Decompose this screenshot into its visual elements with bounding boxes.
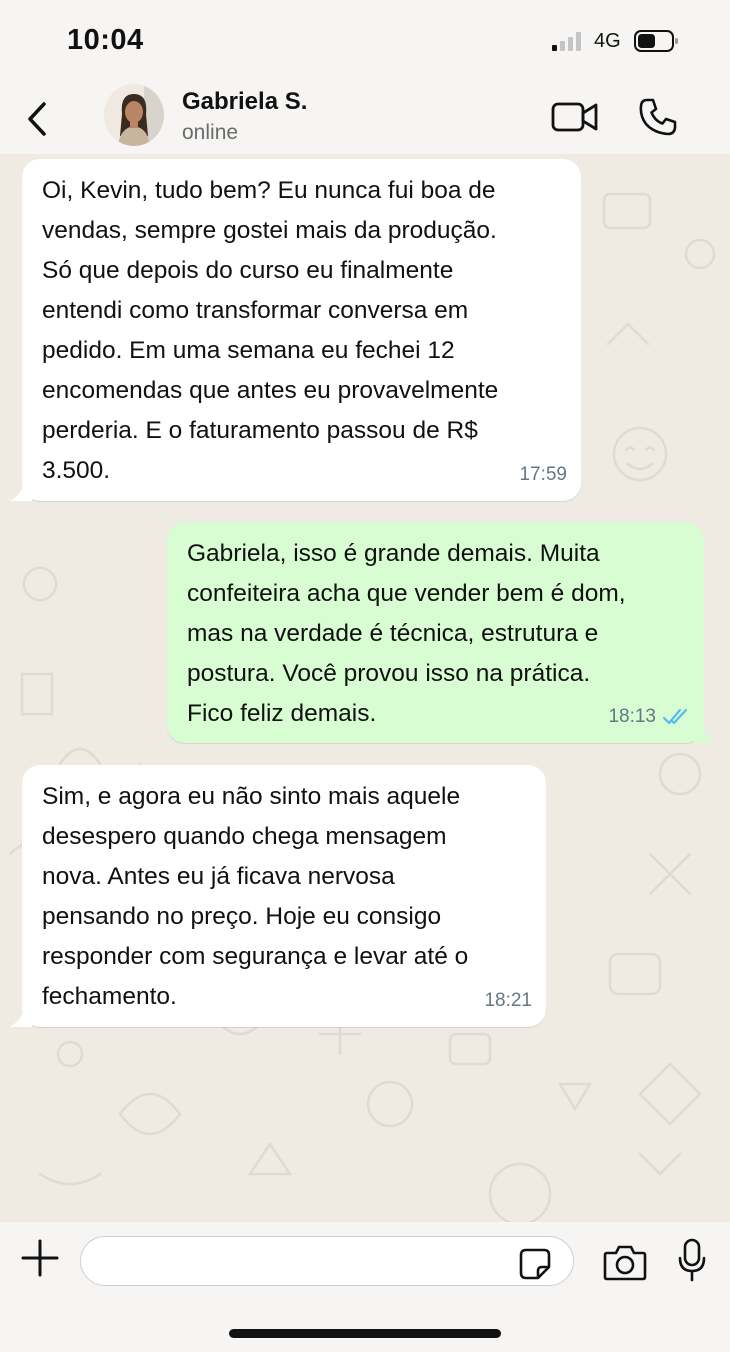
battery-icon [634, 30, 678, 52]
contact-name[interactable]: Gabriela S. [182, 88, 307, 116]
status-time: 10:04 [67, 24, 144, 56]
status-bar: 10:04 4G [0, 0, 730, 80]
chat-header: Gabriela S. online [0, 80, 730, 154]
microphone-icon[interactable] [677, 1238, 707, 1282]
message-bubble-incoming[interactable]: Sim, e agora eu não sinto mais aquele de… [10, 765, 546, 1027]
bubble-tail [10, 477, 32, 501]
message-meta: 18:13 [608, 697, 690, 737]
message-meta: 18:21 [484, 981, 532, 1021]
message-bubble-outgoing[interactable]: Gabriela, isso é grande demais. Muita co… [167, 522, 716, 743]
phone-icon[interactable] [638, 97, 678, 137]
signal-strength-icon [552, 31, 584, 51]
bubble-tail [10, 1003, 32, 1027]
message-meta: 17:59 [519, 455, 567, 495]
sticker-icon[interactable] [518, 1247, 552, 1281]
avatar[interactable] [104, 84, 164, 146]
message-input[interactable] [80, 1236, 574, 1286]
video-camera-icon[interactable] [551, 100, 599, 134]
network-type: 4G [594, 30, 621, 52]
chat-body[interactable]: Oi, Kevin, tudo bem? Eu nunca fui boa de… [0, 154, 730, 1222]
message-text: Sim, e agora eu não sinto mais aquele de… [42, 783, 469, 1010]
message-time: 18:21 [484, 990, 532, 1011]
message-time: 17:59 [519, 464, 567, 485]
back-chevron-icon[interactable] [22, 98, 54, 140]
camera-icon[interactable] [603, 1242, 647, 1282]
home-indicator [229, 1329, 501, 1338]
bubble-tail [694, 719, 716, 743]
message-input-bar [0, 1222, 730, 1352]
message-bubble-incoming[interactable]: Oi, Kevin, tudo bem? Eu nunca fui boa de… [10, 159, 581, 501]
message-text: Oi, Kevin, tudo bem? Eu nunca fui boa de… [42, 177, 499, 484]
contact-status: online [182, 121, 239, 144]
plus-icon[interactable] [20, 1238, 60, 1278]
message-time: 18:13 [608, 706, 656, 727]
read-receipt-icon [662, 708, 688, 725]
